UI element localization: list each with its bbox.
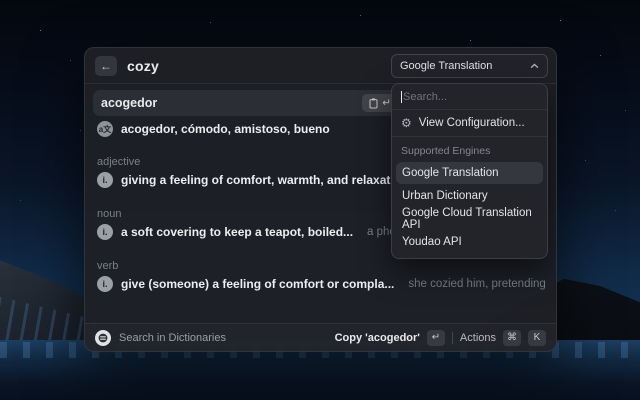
search-query[interactable]: cozy xyxy=(127,58,159,74)
definition-row-verb[interactable]: i. give (someone) a feeling of comfort o… xyxy=(93,272,548,296)
gear-icon: ⚙ xyxy=(401,117,412,129)
text-caret xyxy=(401,91,402,103)
search-in-dictionaries-label[interactable]: Search in Dictionaries xyxy=(119,332,226,344)
enter-key-badge: ↵ xyxy=(427,330,445,346)
footer-actions: Copy 'acogedor' ↵ Actions ⌘ K xyxy=(335,330,546,346)
engine-item-google-cloud-translation-api[interactable]: Google Cloud Translation API xyxy=(396,208,543,230)
cmd-key-badge: ⌘ xyxy=(503,330,521,346)
selected-result-title: acogedor xyxy=(101,96,157,110)
word-translation-icon: a文 xyxy=(97,121,113,137)
engine-selector-button[interactable]: Google Translation xyxy=(391,54,548,78)
footer-divider xyxy=(452,332,453,344)
info-icon: i. xyxy=(97,276,113,292)
engine-selector-label: Google Translation xyxy=(400,60,492,72)
engine-item-urban-dictionary[interactable]: Urban Dictionary xyxy=(396,185,543,207)
action-bar: Search in Dictionaries Copy 'acogedor' ↵… xyxy=(85,323,556,351)
view-configuration-item[interactable]: ⚙ View Configuration... xyxy=(392,110,547,137)
view-configuration-label: View Configuration... xyxy=(419,117,525,129)
dropdown-search-input[interactable]: Search... xyxy=(392,84,547,110)
info-icon: i. xyxy=(97,224,113,240)
definition-text: a soft covering to keep a teapot, boiled… xyxy=(121,225,353,239)
example-text: she cozied him, pretending to find him i… xyxy=(408,278,548,290)
dictionary-app-icon xyxy=(95,330,111,346)
definition-text: giving a feeling of comfort, warmth, and… xyxy=(121,173,412,187)
info-icon: i. xyxy=(97,172,113,188)
supported-engines-header: Supported Engines xyxy=(392,137,547,161)
engine-dropdown-panel: Search... ⚙ View Configuration... Suppor… xyxy=(391,83,548,259)
back-button[interactable]: ← xyxy=(95,56,117,76)
window-header: ← cozy Google Translation xyxy=(85,48,556,84)
starfield xyxy=(0,0,1,1)
actions-menu-label[interactable]: Actions xyxy=(460,332,496,344)
k-key-badge: K xyxy=(528,330,546,346)
definition-text: give (someone) a feeling of comfort or c… xyxy=(121,277,394,291)
primary-action-label[interactable]: Copy 'acogedor' xyxy=(335,332,420,344)
engine-item-google-translation[interactable]: Google Translation xyxy=(396,162,543,184)
launcher-window: ← cozy Google Translation acogedor ↵ : C… xyxy=(84,47,557,352)
translation-text: acogedor, cómodo, amistoso, bueno xyxy=(121,122,330,136)
chevron-up-icon xyxy=(530,63,539,69)
dropdown-search-placeholder: Search... xyxy=(403,91,447,103)
clipboard-icon xyxy=(369,98,378,109)
engine-item-youdao-api[interactable]: Youdao API xyxy=(396,231,543,253)
